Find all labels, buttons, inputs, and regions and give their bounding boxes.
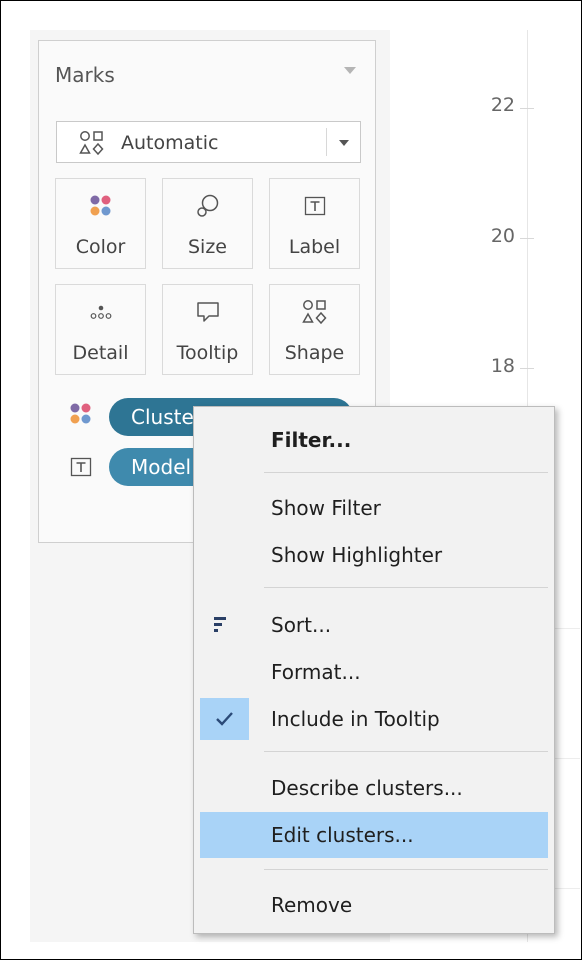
menu-item-label: Remove (271, 893, 353, 917)
chevron-down-icon[interactable] (339, 140, 349, 146)
y-axis-tick-label: 22 (490, 94, 515, 116)
marks-card-title: Marks (55, 63, 115, 87)
checkmark-icon (200, 698, 249, 740)
tooltip-icon (163, 299, 252, 325)
menu-separator (264, 472, 548, 473)
model-pill-label: Model (131, 455, 192, 479)
shape-icon (79, 130, 105, 160)
size-icon (163, 193, 252, 219)
detail-button[interactable]: Detail (55, 284, 146, 375)
dropdown-divider (326, 128, 327, 156)
menu-item-label: Show Highlighter (271, 543, 443, 567)
menu-item-show-highlighter[interactable]: Show Highlighter (194, 532, 554, 578)
shape-button[interactable]: Shape (269, 284, 360, 375)
menu-item-label: Format... (271, 660, 361, 684)
menu-item-remove[interactable]: Remove (194, 882, 554, 928)
menu-separator (264, 869, 548, 870)
label-button[interactable]: Label (269, 178, 360, 269)
color-icon (56, 193, 145, 219)
menu-separator (264, 751, 548, 752)
menu-separator (264, 587, 548, 588)
color-button[interactable]: Color (55, 178, 146, 269)
menu-item-format[interactable]: Format... (194, 649, 554, 695)
marks-card-menu-caret-icon[interactable] (344, 67, 356, 74)
sort-icon (200, 604, 249, 646)
color-label: Color (75, 236, 126, 258)
menu-item-show-filter[interactable]: Show Filter (194, 485, 554, 531)
shape-icon (270, 299, 359, 325)
detail-label: Detail (72, 342, 129, 364)
menu-item-label: Sort... (271, 613, 332, 637)
menu-item-edit-clusters[interactable]: Edit clusters... (200, 812, 548, 858)
shape-label: Shape (284, 342, 345, 364)
tooltip-label: Tooltip (176, 342, 239, 364)
size-button[interactable]: Size (162, 178, 253, 269)
menu-item-label: Show Filter (271, 496, 381, 520)
menu-item-label: Describe clusters... (271, 776, 463, 800)
detail-icon (56, 299, 145, 325)
y-axis-tick-label: 20 (490, 225, 515, 247)
menu-item-label: Include in Tooltip (271, 707, 440, 731)
y-axis-tick-label: 18 (490, 355, 515, 377)
mark-type-label: Automatic (121, 132, 219, 154)
mark-type-dropdown[interactable]: Automatic (56, 121, 361, 163)
menu-item-sort[interactable]: Sort... (194, 602, 554, 648)
y-axis-tick (520, 238, 534, 239)
menu-item-label: Filter... (271, 428, 352, 452)
label-label: Label (288, 236, 341, 258)
y-axis-tick (520, 108, 534, 109)
label-icon (69, 455, 93, 483)
size-label: Size (187, 236, 227, 258)
tooltip-button[interactable]: Tooltip (162, 284, 253, 375)
context-menu: Filter... Show Filter Show Highlighter S… (193, 406, 555, 934)
menu-item-include-in-tooltip[interactable]: Include in Tooltip (194, 696, 554, 742)
menu-item-filter[interactable]: Filter... (194, 417, 554, 463)
label-icon (270, 193, 359, 219)
y-axis-tick (520, 368, 534, 369)
color-icon (69, 402, 93, 430)
menu-item-describe-clusters[interactable]: Describe clusters... (194, 765, 554, 811)
menu-item-label: Edit clusters... (271, 823, 414, 847)
